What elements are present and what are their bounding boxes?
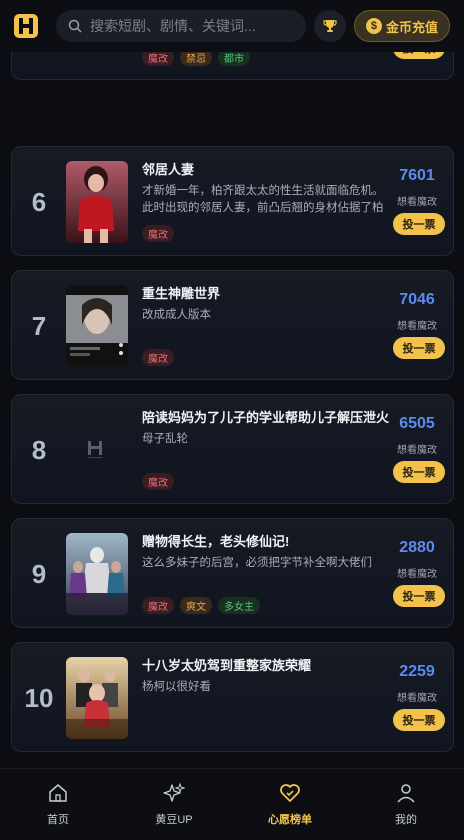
- genre-tag: 魔改: [142, 473, 174, 490]
- home-icon: [47, 782, 69, 811]
- rank-number: 7: [31, 310, 47, 341]
- vote-button[interactable]: 投一票: [393, 709, 445, 731]
- rank-number: 8: [31, 434, 47, 465]
- nav-label: 心愿榜单: [268, 814, 312, 826]
- vote-count-label: 想看魔改: [397, 693, 437, 704]
- cover-image[interactable]: [66, 285, 128, 367]
- vote-button[interactable]: 投一票: [393, 213, 445, 235]
- cover-image[interactable]: [66, 409, 128, 491]
- ranking-list: 5凌小东 你是不是很得意魔改禁忌都市1.1万想看魔改投一票6邻居人妻才新婚一年，…: [0, 0, 464, 840]
- logo-icon: [14, 14, 38, 38]
- search-icon: [68, 19, 82, 33]
- vote-button[interactable]: 投一票: [393, 337, 445, 359]
- ranking-card[interactable]: 9 赠物得长生，老头修仙记! 这么多妹子的后宫，必须把字节补全啊大佬们魔改 爽文 多女主…: [11, 518, 454, 628]
- nav-label: 首页: [47, 814, 69, 826]
- nav-label: 我的: [395, 814, 417, 826]
- drama-title[interactable]: 陪读妈妈为了儿子的学业帮助儿子解压泄火: [142, 407, 394, 426]
- drama-title[interactable]: 重生神雕世界: [142, 283, 394, 302]
- vote-button[interactable]: 投一票: [393, 461, 445, 483]
- top-bar: $ 金币充值: [0, 0, 464, 52]
- genre-tag: 爽文: [180, 597, 212, 614]
- placeholder-logo-icon: [88, 441, 102, 458]
- drama-title[interactable]: 邻居人妻: [142, 159, 394, 178]
- nav-item-2[interactable]: 心愿榜单: [232, 769, 348, 840]
- recharge-label: 金币充值: [385, 19, 438, 35]
- genre-tag: 魔改: [142, 225, 174, 242]
- tag-list: 魔改 爽文 多女主: [142, 597, 260, 614]
- vote-count: 2880: [399, 539, 435, 556]
- genre-tag: 多女主: [218, 597, 260, 614]
- drama-description: 这么多妹子的后宫，必须把字节补全啊大佬们: [142, 557, 372, 569]
- genre-tag: 魔改: [142, 597, 174, 614]
- trophy-icon: [323, 20, 337, 32]
- app-logo[interactable]: [10, 10, 42, 42]
- cover-image[interactable]: [66, 657, 128, 739]
- recharge-button[interactable]: $ 金币充值: [354, 10, 450, 42]
- search-box[interactable]: [56, 10, 306, 42]
- drama-description: 母子乱轮: [142, 433, 188, 445]
- drama-title[interactable]: 十八岁太奶驾到重整家族荣耀: [142, 655, 394, 674]
- ranking-card[interactable]: 7 重生神雕世界改成成人版本魔改 7046 想看魔改投一票: [11, 270, 454, 380]
- nav-item-0[interactable]: 首页: [0, 769, 116, 840]
- vote-count: 6505: [399, 415, 435, 432]
- drama-title[interactable]: 赠物得长生，老头修仙记!: [142, 531, 394, 550]
- rank-number: 9: [31, 558, 47, 589]
- nav-item-1[interactable]: 黄豆UP: [116, 769, 232, 840]
- nav-label: 黄豆UP: [155, 814, 193, 826]
- heart-icon: [279, 782, 301, 811]
- drama-description: 改成成人版本: [142, 309, 211, 321]
- rank-number: 10: [24, 682, 54, 713]
- vote-count-label: 想看魔改: [397, 197, 437, 208]
- bottom-nav: 首页 黄豆UP 心愿榜单 我的: [0, 768, 464, 840]
- vote-count: 7601: [399, 167, 435, 184]
- cover-image[interactable]: [66, 533, 128, 615]
- vote-count: 2259: [399, 663, 435, 680]
- trophy-button[interactable]: [314, 10, 346, 42]
- tag-list: 魔改: [142, 225, 174, 242]
- genre-tag: 魔改: [142, 349, 174, 366]
- tag-list: 魔改: [142, 473, 174, 490]
- tag-list: 魔改: [142, 349, 174, 366]
- nav-item-3[interactable]: 我的: [348, 769, 464, 840]
- cover-image[interactable]: [66, 161, 128, 243]
- user-icon: [395, 782, 417, 811]
- search-input[interactable]: [90, 18, 280, 34]
- rank-number: 6: [31, 186, 47, 217]
- vote-count: 7046: [399, 291, 435, 308]
- drama-description: 才新婚一年，柏齐跟太太的性生活就面临危机。此时出现的邻居人妻，前凸后翘的身材佔据…: [142, 185, 384, 214]
- coin-icon: $: [365, 18, 382, 34]
- vote-count-label: 想看魔改: [397, 321, 437, 332]
- vote-count-label: 想看魔改: [397, 569, 437, 580]
- ranking-card[interactable]: 8 陪读妈妈为了儿子的学业帮助儿子解压泄火母子乱轮魔改 6505 想看魔改投一票: [11, 394, 454, 504]
- drama-description: 杨柯以很好看: [142, 681, 211, 693]
- ranking-card[interactable]: 10 十八岁太奶驾到重整家族荣耀杨柯以很好看 2259 想看魔改投一票: [11, 642, 454, 752]
- sparkle-icon: [163, 782, 186, 811]
- vote-count-label: 想看魔改: [397, 445, 437, 456]
- vote-button[interactable]: 投一票: [393, 585, 445, 607]
- ranking-card[interactable]: 6 邻居人妻才新婚一年，柏齐跟太太的性生活就面临危机。此时出现的邻居人妻，前凸后翘…: [11, 146, 454, 256]
